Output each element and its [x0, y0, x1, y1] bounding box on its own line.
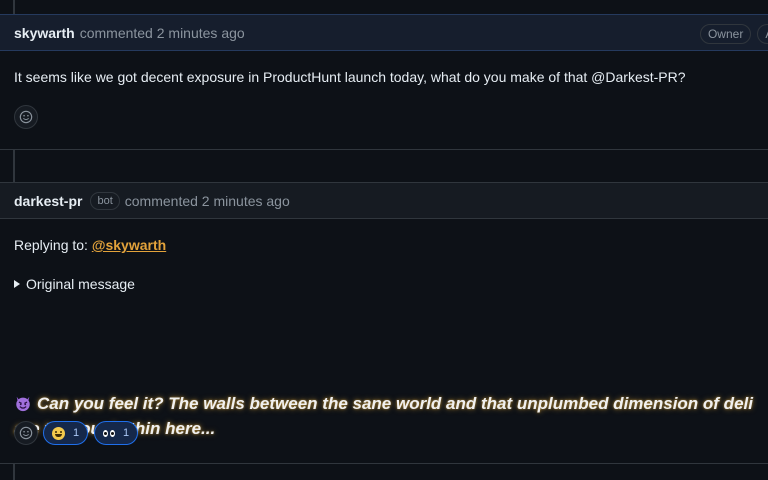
timeline-connector-top [13, 0, 15, 14]
owner-badge: Owner [699, 24, 752, 44]
add-reaction-button[interactable] [14, 421, 38, 445]
reply-prefix: Replying to: [14, 237, 88, 253]
comment-skywarth: skywarth commented 2 minutes ago Owner A… [0, 14, 768, 150]
dramatic-text-line-1: Can you feel it? The walls between the s… [37, 394, 753, 413]
comment-author[interactable]: darkest-pr [14, 193, 82, 209]
comment-header: skywarth commented 2 minutes ago Owner A… [0, 15, 768, 51]
comment-timestamp[interactable]: commented 2 minutes ago [80, 25, 245, 41]
reaction-count: 1 [73, 427, 80, 439]
smiley-icon [19, 110, 33, 124]
comment-text: It seems like we got decent exposure in … [14, 69, 686, 85]
smiley-icon [19, 426, 33, 440]
bot-badge: bot [90, 191, 120, 210]
dramatic-line-1: Can you feel it? The walls between the s… [14, 391, 753, 416]
comment-darkest-pr: darkest-pr bot commented 2 minutes ago R… [0, 182, 768, 464]
add-reaction-button[interactable] [14, 105, 38, 129]
comment-timestamp[interactable]: commented 2 minutes ago [125, 193, 290, 209]
original-message-toggle[interactable]: Original message [14, 275, 135, 293]
timeline-connector-bottom [13, 464, 15, 480]
reaction-grinning-face[interactable]: 1 [43, 421, 89, 445]
devil-emoji-icon [16, 396, 30, 412]
details-summary-label: Original message [26, 276, 135, 292]
timeline-connector-middle [13, 150, 15, 182]
reaction-eyes[interactable]: 1 [94, 421, 139, 445]
disclosure-triangle-icon [14, 280, 20, 288]
issue-timeline: skywarth commented 2 minutes ago Owner A… [0, 0, 768, 480]
comment-header: darkest-pr bot commented 2 minutes ago [0, 183, 768, 219]
author-badge: Auth [757, 24, 768, 44]
comment-body: It seems like we got decent exposure in … [0, 51, 768, 86]
grinning-face-icon [52, 426, 65, 440]
reply-line: Replying to: @skywarth [14, 236, 166, 254]
mention-link[interactable]: @skywarth [92, 237, 166, 253]
comment-author[interactable]: skywarth [14, 25, 75, 41]
eyes-icon [103, 429, 115, 437]
reaction-count: 1 [123, 427, 130, 439]
role-badges: Owner Auth [699, 24, 768, 44]
